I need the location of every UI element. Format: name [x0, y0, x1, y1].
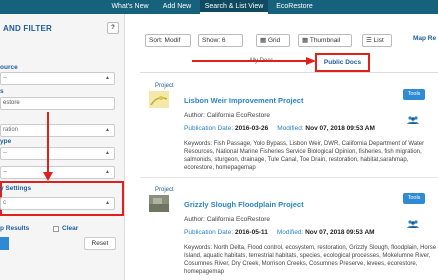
modified-date-label: Modified:: [276, 229, 304, 236]
thumbnail-icon: ▦: [302, 37, 310, 44]
result-author: Author: California EcoRestore: [184, 112, 270, 119]
type-select-value: --: [3, 150, 7, 156]
thumbnail-view-label: Thumbnail: [309, 37, 341, 44]
map-results-link[interactable]: Map Re: [413, 35, 436, 42]
publication-date-label: Publication Date:: [184, 125, 234, 132]
people-icon[interactable]: [406, 220, 420, 228]
result-type: Project: [155, 83, 174, 89]
modified-date-value: Nov 07, 2018 09:53 AM: [305, 125, 375, 132]
show-select[interactable]: Show: 6: [198, 34, 243, 47]
tab-search-list-view[interactable]: Search & List View: [200, 0, 268, 14]
result-thumbnail[interactable]: [149, 195, 169, 212]
publication-date-value: 2016-03-26: [234, 125, 269, 132]
tools-button[interactable]: Tools: [403, 193, 425, 204]
chevron-down-icon: ▲: [105, 75, 110, 81]
thumbnail-view-button[interactable]: ▦ Thumbnail: [298, 34, 352, 47]
list-view-button[interactable]: ☰ List: [362, 34, 392, 47]
type-select[interactable]: -- ▲: [0, 147, 115, 160]
result-title-link[interactable]: Grizzly Slough Floodplain Project: [184, 200, 304, 209]
publication-date-value: 2016-05-11: [234, 229, 268, 236]
result-type: Project: [155, 187, 174, 193]
result-author: Author: California EcoRestore: [184, 216, 270, 223]
privacy-settings-select[interactable]: c ▲: [0, 197, 115, 210]
list-view-label: List: [373, 37, 384, 44]
annotation-arrow-line: [47, 112, 49, 176]
organization-input[interactable]: estore: [0, 97, 115, 110]
tools-button[interactable]: Tools: [403, 89, 425, 100]
tab-ecorestore[interactable]: EcoRestore: [272, 0, 317, 14]
privacy-settings-value: c: [3, 200, 6, 206]
chevron-down-icon: ▲: [105, 127, 110, 133]
results-list: Project Lisbon Weir Improvement Project …: [140, 74, 438, 280]
privacy-settings-label: y Settings: [0, 185, 32, 192]
extra-select-value: --: [3, 169, 7, 175]
help-button[interactable]: ?: [107, 22, 119, 34]
result-keywords: Keywords: Fish Passage, Yolo Bypass, Lis…: [184, 141, 425, 171]
search-button[interactable]: [0, 237, 9, 250]
tab-whats-new[interactable]: What's New: [105, 0, 155, 14]
modified-date-value: Nov 07, 2018 09:53 AM: [305, 229, 375, 236]
annotation-arrow-right: [192, 57, 316, 65]
source-select-value: --: [3, 75, 7, 81]
list-item: Project Grizzly Slough Floodplain Projec…: [140, 178, 438, 280]
organization-label: s: [0, 88, 4, 95]
result-dates: Publication Date: 2016-03-26 Modified: N…: [184, 125, 375, 132]
result-keywords: Keywords: North Delta, Flood control, ec…: [184, 245, 437, 275]
chevron-down-icon: ▲: [105, 150, 110, 156]
result-title-link[interactable]: Lisbon Weir Improvement Project: [184, 96, 303, 105]
category-select[interactable]: ration ▲: [0, 124, 115, 137]
reset-button[interactable]: Reset: [84, 237, 116, 250]
public-docs-tab[interactable]: Public Docs: [315, 53, 370, 72]
clear-checkbox[interactable]: [53, 226, 59, 232]
map-results-label[interactable]: p Results: [0, 225, 29, 232]
list-item: Project Lisbon Weir Improvement Project …: [140, 74, 438, 178]
annotation-arrow-head: [43, 172, 53, 181]
publication-date-label: Publication Date:: [184, 229, 234, 236]
chevron-down-icon: ▲: [105, 200, 110, 206]
result-thumbnail[interactable]: [149, 91, 169, 108]
sort-select[interactable]: Sort: Modif: [145, 34, 191, 47]
type-label: ype: [0, 138, 12, 145]
grid-view-label: Grid: [267, 37, 281, 44]
category-select-value: ration: [3, 127, 19, 133]
result-dates: Publication Date: 2016-05-11 Modified: N…: [184, 229, 375, 236]
people-icon[interactable]: [406, 116, 420, 124]
modified-date-label: Modified:: [277, 125, 304, 132]
grid-view-button[interactable]: ▦ Grid: [256, 34, 290, 47]
clear-link[interactable]: Clear: [62, 225, 78, 232]
tab-add-new[interactable]: Add New: [158, 0, 196, 14]
top-nav: What's New Add New Search & List View Ec…: [0, 0, 438, 14]
source-label: ource: [0, 64, 18, 71]
chevron-down-icon: ▲: [105, 169, 110, 175]
list-icon: ☰: [366, 37, 374, 44]
extra-select[interactable]: -- ▲: [0, 166, 115, 179]
source-select[interactable]: -- ▲: [0, 72, 115, 85]
grid-icon: ▦: [260, 37, 268, 44]
filter-panel-title: AND FILTER: [3, 24, 52, 33]
